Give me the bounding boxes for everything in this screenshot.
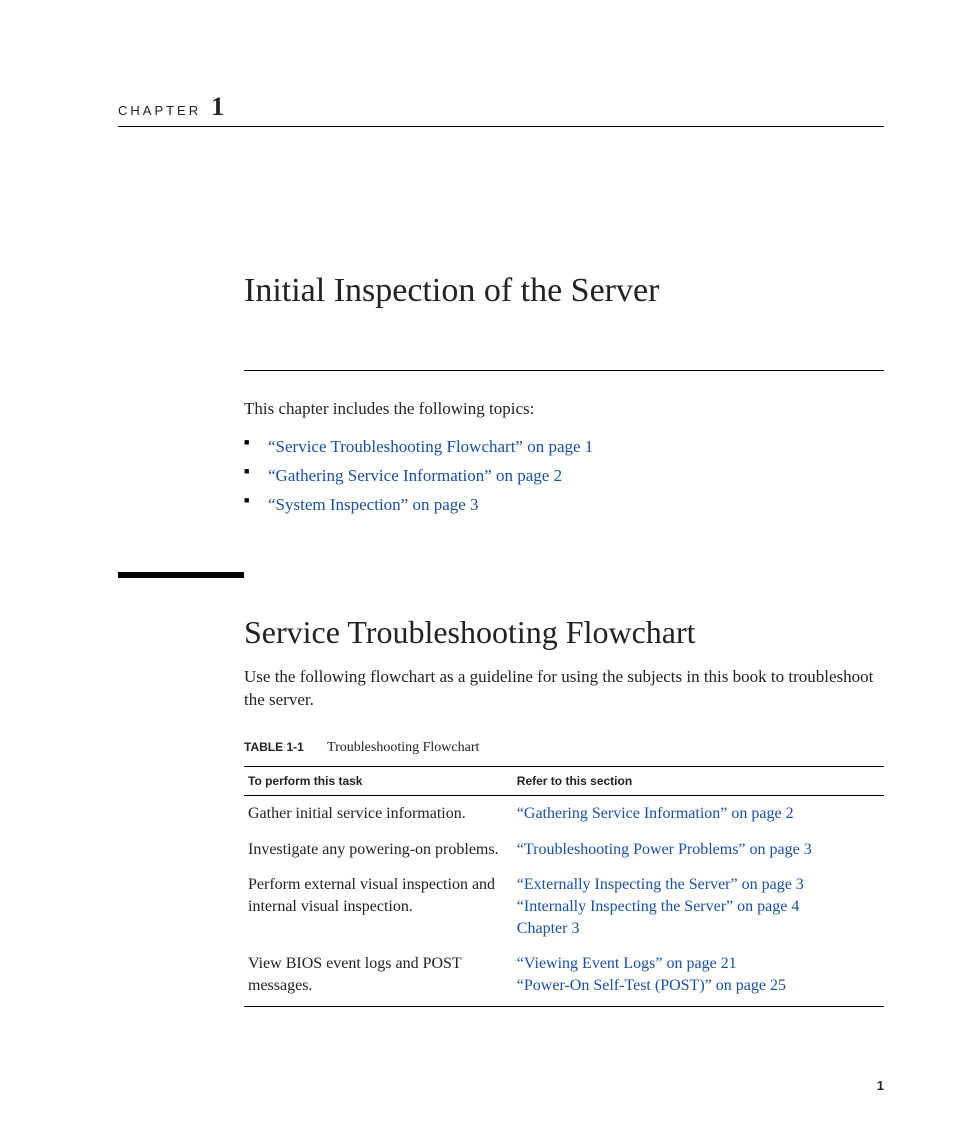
- table-header-section: Refer to this section: [513, 767, 884, 796]
- section-title: Service Troubleshooting Flowchart: [244, 614, 884, 651]
- table-caption-label: TABLE 1-1: [244, 740, 304, 754]
- topic-link[interactable]: “Service Troubleshooting Flowchart” on p…: [268, 437, 593, 456]
- topic-link[interactable]: “System Inspection” on page 3: [268, 495, 479, 514]
- section-body: Use the following flowchart as a guideli…: [244, 665, 884, 713]
- reference-link[interactable]: “Externally Inspecting the Server” on pa…: [517, 874, 880, 896]
- reference-link[interactable]: “Gathering Service Information” on page …: [517, 803, 880, 825]
- reference-link[interactable]: “Internally Inspecting the Server” on pa…: [517, 896, 880, 918]
- page-title: Initial Inspection of the Server: [244, 272, 884, 310]
- list-item: “Gathering Service Information” on page …: [244, 462, 884, 491]
- chapter-header: CHAPTER 1: [118, 92, 884, 127]
- list-item: “Service Troubleshooting Flowchart” on p…: [244, 433, 884, 462]
- reference-link[interactable]: “Troubleshooting Power Problems” on page…: [517, 839, 880, 861]
- task-cell: Gather initial service information.: [244, 796, 513, 832]
- table-row: Investigate any powering-on problems. “T…: [244, 832, 884, 868]
- ref-cell: “Viewing Event Logs” on page 21 “Power-O…: [513, 946, 884, 1007]
- task-cell: Perform external visual inspection and i…: [244, 867, 513, 946]
- reference-link[interactable]: Chapter 3: [517, 918, 880, 940]
- page-number: 1: [877, 1078, 884, 1093]
- table-row: Perform external visual inspection and i…: [244, 867, 884, 946]
- troubleshooting-table: To perform this task Refer to this secti…: [244, 766, 884, 1007]
- ref-cell: “Externally Inspecting the Server” on pa…: [513, 867, 884, 946]
- horizontal-rule: [244, 370, 884, 371]
- list-item: “System Inspection” on page 3: [244, 491, 884, 520]
- ref-cell: “Gathering Service Information” on page …: [513, 796, 884, 832]
- ref-cell: “Troubleshooting Power Problems” on page…: [513, 832, 884, 868]
- table-caption-text: Troubleshooting Flowchart: [327, 740, 479, 755]
- reference-link[interactable]: “Viewing Event Logs” on page 21: [517, 953, 880, 975]
- chapter-number: 1: [211, 92, 224, 122]
- intro-text: This chapter includes the following topi…: [244, 399, 884, 419]
- topic-link[interactable]: “Gathering Service Information” on page …: [268, 466, 562, 485]
- table-row: Gather initial service information. “Gat…: [244, 796, 884, 832]
- table-header-task: To perform this task: [244, 767, 513, 796]
- task-cell: View BIOS event logs and POST messages.: [244, 946, 513, 1007]
- task-cell: Investigate any powering-on problems.: [244, 832, 513, 868]
- reference-link[interactable]: “Power-On Self-Test (POST)” on page 25: [517, 975, 880, 997]
- section-rule: [118, 572, 244, 578]
- table-row: View BIOS event logs and POST messages. …: [244, 946, 884, 1007]
- table-caption: TABLE 1-1 Troubleshooting Flowchart: [244, 740, 884, 756]
- topic-list: “Service Troubleshooting Flowchart” on p…: [244, 433, 884, 520]
- chapter-label: CHAPTER: [118, 103, 201, 118]
